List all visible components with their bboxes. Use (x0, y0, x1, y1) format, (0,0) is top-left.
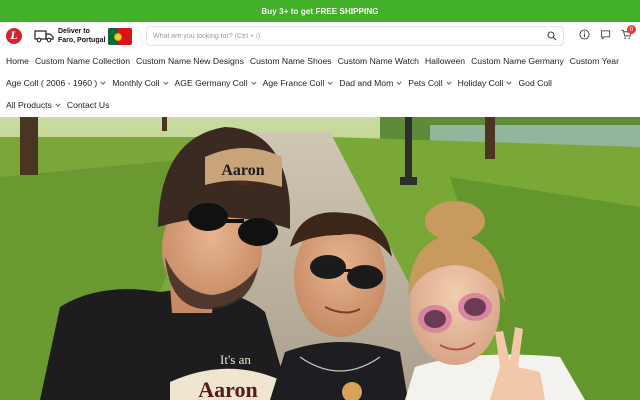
nav-item-label: Custom Name Collection (34, 56, 130, 66)
chevron-down-icon (446, 81, 452, 85)
nav-item-label: Custom Name Shoes (249, 56, 332, 66)
nav-item-label: Custom Name Germany (471, 56, 564, 66)
nav-item-monthly-coll[interactable]: Monthly Coll (112, 78, 169, 88)
nav-item-holiday-coll[interactable]: Holiday Coll (458, 78, 513, 88)
nav-item-label: God Coll (518, 78, 552, 88)
nav-item-label: Dad and Mom (339, 78, 394, 88)
nav-item-custom-name-collection[interactable]: Custom Name Collection (35, 56, 130, 66)
nav-item-label: Age France Coll (262, 78, 325, 88)
promo-text: Buy 3+ to get FREE SHIPPING (261, 6, 379, 16)
nav-item-label: Custom Name Watch (337, 56, 419, 66)
nav-item-contact-us[interactable]: Contact Us (67, 100, 110, 110)
nav-item-label: Contact Us (66, 100, 110, 110)
nav-item-home[interactable]: Home (6, 56, 29, 66)
nav-item-god-coll[interactable]: God Coll (518, 78, 551, 88)
search-input[interactable] (153, 32, 547, 40)
header-icons: 0 (579, 25, 636, 40)
nav-item-label: All Products (6, 100, 52, 110)
cart-button[interactable]: 0 (621, 25, 636, 40)
deliver-to[interactable]: Deliver to Faro, Portugal (34, 27, 133, 45)
nav-item-halloween[interactable]: Halloween (425, 56, 465, 66)
promo-banner: Buy 3+ to get FREE SHIPPING (0, 0, 640, 22)
search-icon[interactable] (547, 31, 557, 41)
nav-item-pets-coll[interactable]: Pets Coll (408, 78, 452, 88)
cap-subtext: Think... (235, 181, 254, 187)
nav-item-age-france-coll[interactable]: Age France Coll (263, 78, 334, 88)
shirt-text-1: It's an (220, 352, 251, 367)
nav-item-custom-year[interactable]: Custom Year (570, 56, 619, 66)
nav-item-custom-name-new-designs[interactable]: Custom Name New Designs (136, 56, 244, 66)
chevron-down-icon (396, 81, 402, 85)
nav-row-2: Age Coll ( 2006 - 1960 ) Monthly Coll AGE … (6, 72, 634, 94)
site-header: L Deliver to Faro, Portugal What are you… (0, 22, 640, 50)
nav-item-label: Custom Year (569, 56, 619, 66)
chevron-down-icon (506, 81, 513, 85)
nav-item-label: Monthly Coll (112, 78, 160, 88)
cart-count-badge: 0 (627, 25, 636, 34)
nav-item-label: Holiday Coll (457, 78, 504, 88)
chevron-down-icon (251, 81, 257, 85)
nav-item-custom-name-watch[interactable]: Custom Name Watch (338, 56, 419, 66)
nav-item-custom-name-germany[interactable]: Custom Name Germany (471, 56, 564, 66)
nav-item-age-coll-2006-1960[interactable]: Age Coll ( 2006 - 1960 ) (6, 78, 106, 88)
truck-icon (34, 30, 54, 43)
nav-row-3: All Products Contact Us (6, 94, 634, 116)
deliver-label: Deliver to (58, 28, 90, 35)
portugal-flag-icon (108, 27, 133, 45)
nav-item-all-products[interactable]: All Products (6, 100, 61, 110)
logo-letter: L (10, 30, 18, 42)
nav-item-age-germany-coll[interactable]: AGE Germany Coll (175, 78, 257, 88)
chevron-down-icon (327, 81, 333, 85)
nav-item-label: Age Coll ( 2006 - 1960 ) (6, 78, 98, 88)
chevron-down-icon (100, 81, 106, 85)
nav-item-label: AGE Germany Coll (174, 78, 248, 88)
search-bar[interactable] (146, 26, 564, 46)
info-icon[interactable] (579, 29, 590, 40)
chat-icon[interactable] (600, 29, 611, 40)
nav-row-1: Home Custom Name Collection Custom Name Ne… (6, 50, 634, 72)
hero-banner-image[interactable]: Aaron Think... It's an Aaron (0, 117, 640, 400)
hero-photo-family-selfie: Aaron Think... It's an Aaron (0, 117, 640, 400)
nav-item-dad-and-mom[interactable]: Dad and Mom (339, 78, 402, 88)
shirt-text-2: Aaron (198, 377, 258, 400)
deliver-location: Faro, Portugal (58, 37, 106, 44)
store-logo[interactable]: L (6, 28, 22, 44)
nav-item-label: Halloween (424, 56, 466, 66)
cap-text: Aaron (221, 162, 264, 179)
chevron-down-icon (163, 81, 169, 85)
chevron-down-icon (55, 103, 61, 107)
nav-item-label: Home (6, 56, 29, 66)
nav-item-label: Pets Coll (408, 78, 443, 88)
main-navigation: Home Custom Name Collection Custom Name Ne… (0, 50, 640, 116)
nav-item-custom-name-shoes[interactable]: Custom Name Shoes (250, 56, 332, 66)
nav-item-label: Custom Name New Designs (135, 56, 244, 66)
